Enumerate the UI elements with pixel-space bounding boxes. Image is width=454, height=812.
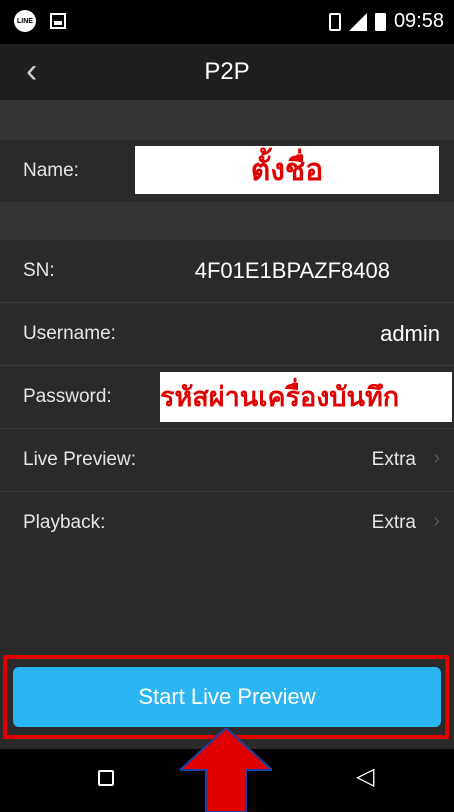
vibrate-icon <box>328 12 341 31</box>
live-preview-row[interactable]: Live Preview: Extra › <box>0 429 454 491</box>
sn-value: 4F01E1BPAZF8408 <box>194 258 390 283</box>
username-value: admin <box>380 321 440 346</box>
playback-label: Playback: <box>23 512 106 533</box>
section-gap <box>0 202 454 240</box>
username-label: Username: <box>23 323 116 344</box>
live-preview-label: Live Preview: <box>23 449 136 470</box>
live-preview-value: Extra <box>371 449 416 470</box>
arrow-up-icon <box>180 728 272 812</box>
sn-row[interactable]: SN: 4F01E1BPAZF8408 <box>0 240 454 302</box>
signal-icon: 4G <box>348 12 367 31</box>
password-label: Password: <box>23 386 112 407</box>
app-header: ‹ P2P <box>0 44 454 100</box>
section-gap <box>0 100 454 140</box>
playback-value: Extra <box>371 512 416 533</box>
status-bar: LINE 4G 09:58 <box>0 0 454 44</box>
name-label: Name: <box>23 160 79 181</box>
line-app-icon: LINE <box>14 10 36 32</box>
chevron-right-icon: › <box>433 510 440 532</box>
username-row[interactable]: Username: admin <box>0 303 454 365</box>
name-value: ตั้งชื่อ <box>250 153 324 187</box>
start-live-preview-button[interactable]: Start Live Preview <box>13 667 441 727</box>
battery-icon <box>374 12 386 31</box>
image-icon <box>50 13 66 29</box>
back-nav-icon[interactable]: ◁ <box>356 765 374 789</box>
status-time: 09:58 <box>393 10 444 32</box>
playback-row[interactable]: Playback: Extra › <box>0 492 454 554</box>
recents-icon[interactable] <box>98 770 114 786</box>
password-field[interactable]: รหัสผ่านเครื่องบันทึก <box>160 372 452 422</box>
chevron-right-icon: › <box>433 447 440 469</box>
network-type: 4G <box>348 13 360 23</box>
name-field[interactable]: ตั้งชื่อ <box>135 146 439 194</box>
sn-label: SN: <box>23 260 55 281</box>
page-title: P2P <box>204 58 250 85</box>
